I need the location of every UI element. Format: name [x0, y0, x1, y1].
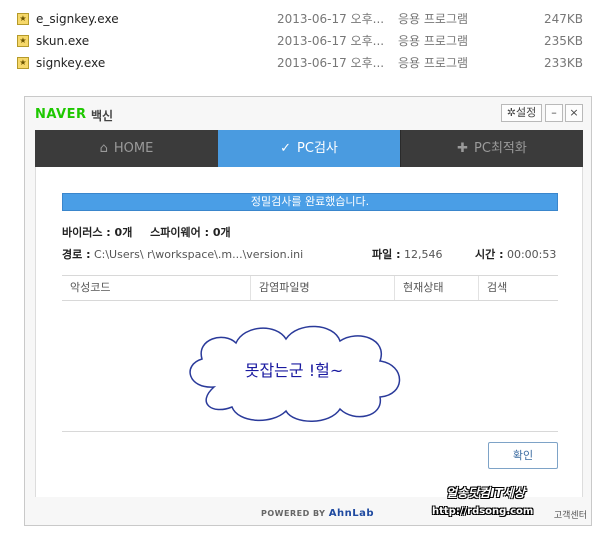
- file-type: 응용 프로그램: [398, 34, 469, 48]
- path-value: C:\Users\ r\workspace\.m...\version.ini: [93, 248, 304, 261]
- scan-complete-banner: 정밀검사를 완료했습니다.: [62, 193, 558, 211]
- minimize-button[interactable]: –: [545, 104, 563, 122]
- file-date: 2013-06-17 오후...: [277, 56, 385, 70]
- scan-time: 시간 : 00:00:53: [475, 246, 556, 262]
- settings-button[interactable]: ✲설정: [501, 104, 542, 122]
- annotation-text: 못잡는군 !헐~: [244, 361, 344, 380]
- tab-pc-optimize-label: PC최적화: [474, 141, 527, 156]
- shield-check-icon: ✓: [280, 141, 292, 156]
- column-status[interactable]: 현재상태: [394, 276, 478, 300]
- tab-home-label: HOME: [113, 141, 154, 156]
- tab-home[interactable]: ⌂ HOME: [35, 130, 218, 167]
- executable-file-icon: ★: [17, 13, 29, 25]
- close-button[interactable]: ×: [565, 104, 583, 122]
- powered-by: POWERED BY AhnLab: [261, 508, 374, 519]
- column-malware[interactable]: 악성코드: [62, 276, 250, 300]
- scan-file-count: 파일 : 12,546: [372, 246, 442, 262]
- file-row[interactable]: ★ e_signkey.exe 2013-06-17 오후... 응용 프로그램…: [0, 8, 605, 30]
- tab-pc-optimize[interactable]: ✚ PC최적화: [400, 130, 583, 167]
- file-name: e_signkey.exe: [36, 12, 119, 26]
- time-value: 00:00:53: [506, 248, 557, 261]
- executable-file-icon: ★: [17, 57, 29, 69]
- column-infected-file[interactable]: 감염파일명: [250, 276, 394, 300]
- naver-vaccine-window: NAVER 백신 ✲설정 – × ⌂ HOME ✓ PC검사 ✚ PC최적화 정밀검사…: [24, 96, 592, 526]
- file-name: skun.exe: [36, 34, 90, 48]
- file-date: 2013-06-17 오후...: [277, 12, 385, 26]
- annotation-cloud: 못잡는군 !헐~: [174, 317, 414, 425]
- file-label: 파일 :: [372, 248, 401, 261]
- title-bar: NAVER 백신 ✲설정 – ×: [25, 97, 591, 131]
- file-type: 응용 프로그램: [398, 56, 469, 70]
- powered-prefix: POWERED BY: [261, 509, 326, 518]
- confirm-button[interactable]: 확인: [488, 442, 558, 469]
- result-table-header: 악성코드 감염파일명 현재상태 검색: [62, 275, 558, 301]
- scan-path: 경로 : C:\Users\ r\workspace\.m...\version…: [62, 246, 303, 262]
- file-row[interactable]: ★ signkey.exe 2013-06-17 오후... 응용 프로그램 2…: [0, 52, 605, 74]
- file-type: 응용 프로그램: [398, 12, 469, 26]
- scan-counts: 바이러스 : 0개 스파이웨어 : 0개: [62, 224, 245, 240]
- gear-icon: ✲: [506, 106, 516, 119]
- naver-logo: NAVER: [35, 107, 87, 122]
- ahnlab-logo: AhnLab: [328, 508, 375, 519]
- watermark-url: http://rdsong.com: [432, 506, 534, 517]
- tab-bar: ⌂ HOME ✓ PC검사 ✚ PC최적화: [35, 130, 583, 167]
- settings-label: 설정: [515, 106, 537, 119]
- file-size: 233KB: [543, 56, 583, 70]
- puzzle-icon: ✚: [457, 141, 469, 156]
- path-label: 경로 :: [62, 248, 91, 261]
- spyware-count: 스파이웨어 : 0개: [150, 226, 231, 239]
- file-size: 235KB: [543, 34, 583, 48]
- scan-result-panel: 정밀검사를 완료했습니다. 바이러스 : 0개 스파이웨어 : 0개 경로 : …: [35, 167, 583, 497]
- file-date: 2013-06-17 오후...: [277, 34, 385, 48]
- app-name: 백신: [91, 109, 114, 123]
- column-search[interactable]: 검색: [478, 276, 558, 300]
- file-row[interactable]: ★ skun.exe 2013-06-17 오후... 응용 프로그램 235K…: [0, 30, 605, 52]
- executable-file-icon: ★: [17, 35, 29, 47]
- customer-center-link[interactable]: 고객센터: [554, 508, 587, 521]
- table-bottom-divider: [62, 431, 558, 432]
- file-value: 12,546: [403, 248, 443, 261]
- watermark-title: 얼송닷컴IT세상: [446, 486, 525, 500]
- virus-count: 바이러스 : 0개: [62, 226, 133, 239]
- file-name: signkey.exe: [36, 56, 106, 70]
- tab-pc-scan[interactable]: ✓ PC검사: [218, 130, 400, 167]
- home-icon: ⌂: [99, 141, 108, 156]
- time-label: 시간 :: [475, 248, 504, 261]
- tab-pc-scan-label: PC검사: [297, 141, 338, 156]
- file-size: 247KB: [543, 12, 583, 26]
